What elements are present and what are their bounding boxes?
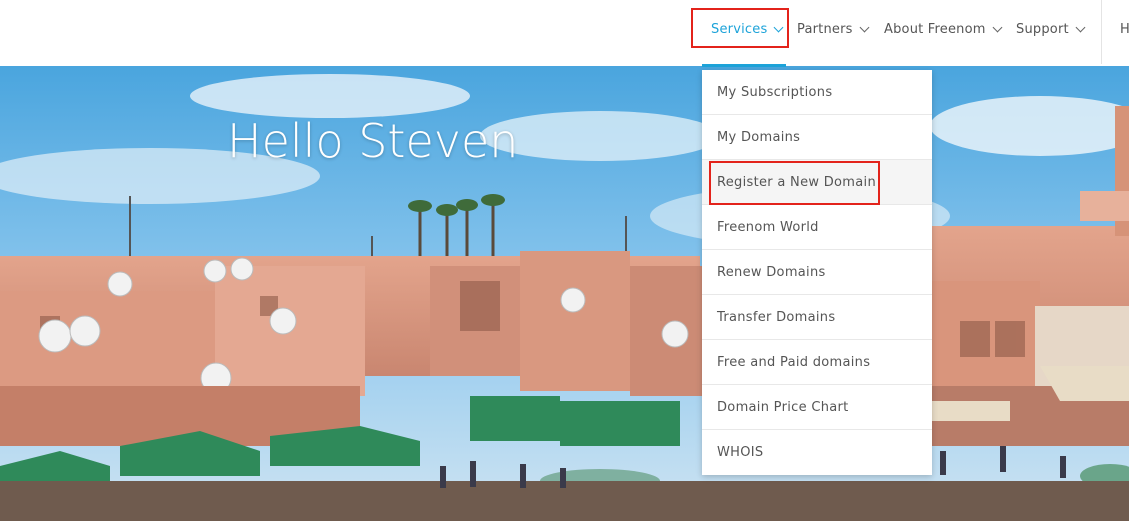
nav-services-label: Services bbox=[711, 22, 768, 37]
menu-item-free-and-paid-domains[interactable]: Free and Paid domains bbox=[702, 340, 932, 385]
services-dropdown-menu: My Subscriptions My Domains Register a N… bbox=[702, 70, 932, 475]
menu-item-register-new-domain[interactable]: Register a New Domain bbox=[702, 160, 932, 205]
menu-item-whois[interactable]: WHOIS bbox=[702, 430, 932, 475]
menu-item-domain-price-chart[interactable]: Domain Price Chart bbox=[702, 385, 932, 430]
nav-about-label: About Freenom bbox=[884, 22, 986, 37]
chevron-down-icon bbox=[859, 22, 870, 33]
nav-item-truncated[interactable]: H bbox=[1120, 22, 1129, 37]
hero-background-image bbox=[0, 66, 1129, 521]
nav-active-indicator bbox=[702, 64, 786, 67]
chevron-down-icon bbox=[773, 22, 784, 33]
menu-item-my-domains[interactable]: My Domains bbox=[702, 115, 932, 160]
chevron-down-icon bbox=[1075, 22, 1086, 33]
nav-services[interactable]: Services bbox=[711, 22, 784, 37]
nav-partners-label: Partners bbox=[797, 22, 853, 37]
menu-item-freenom-world[interactable]: Freenom World bbox=[702, 205, 932, 250]
nav-support[interactable]: Support bbox=[1016, 22, 1086, 37]
menu-item-renew-domains[interactable]: Renew Domains bbox=[702, 250, 932, 295]
hero-banner: Hello Steven bbox=[0, 66, 1129, 521]
hero-greeting: Hello Steven bbox=[227, 114, 519, 168]
nav-support-label: Support bbox=[1016, 22, 1069, 37]
top-navigation-bar: Services Partners About Freenom Support … bbox=[0, 0, 1129, 66]
menu-item-transfer-domains[interactable]: Transfer Domains bbox=[702, 295, 932, 340]
chevron-down-icon bbox=[992, 22, 1003, 33]
nav-divider bbox=[1101, 0, 1102, 64]
menu-item-my-subscriptions[interactable]: My Subscriptions bbox=[702, 70, 932, 115]
nav-partners[interactable]: Partners bbox=[797, 22, 870, 37]
nav-about-freenom[interactable]: About Freenom bbox=[884, 22, 1003, 37]
